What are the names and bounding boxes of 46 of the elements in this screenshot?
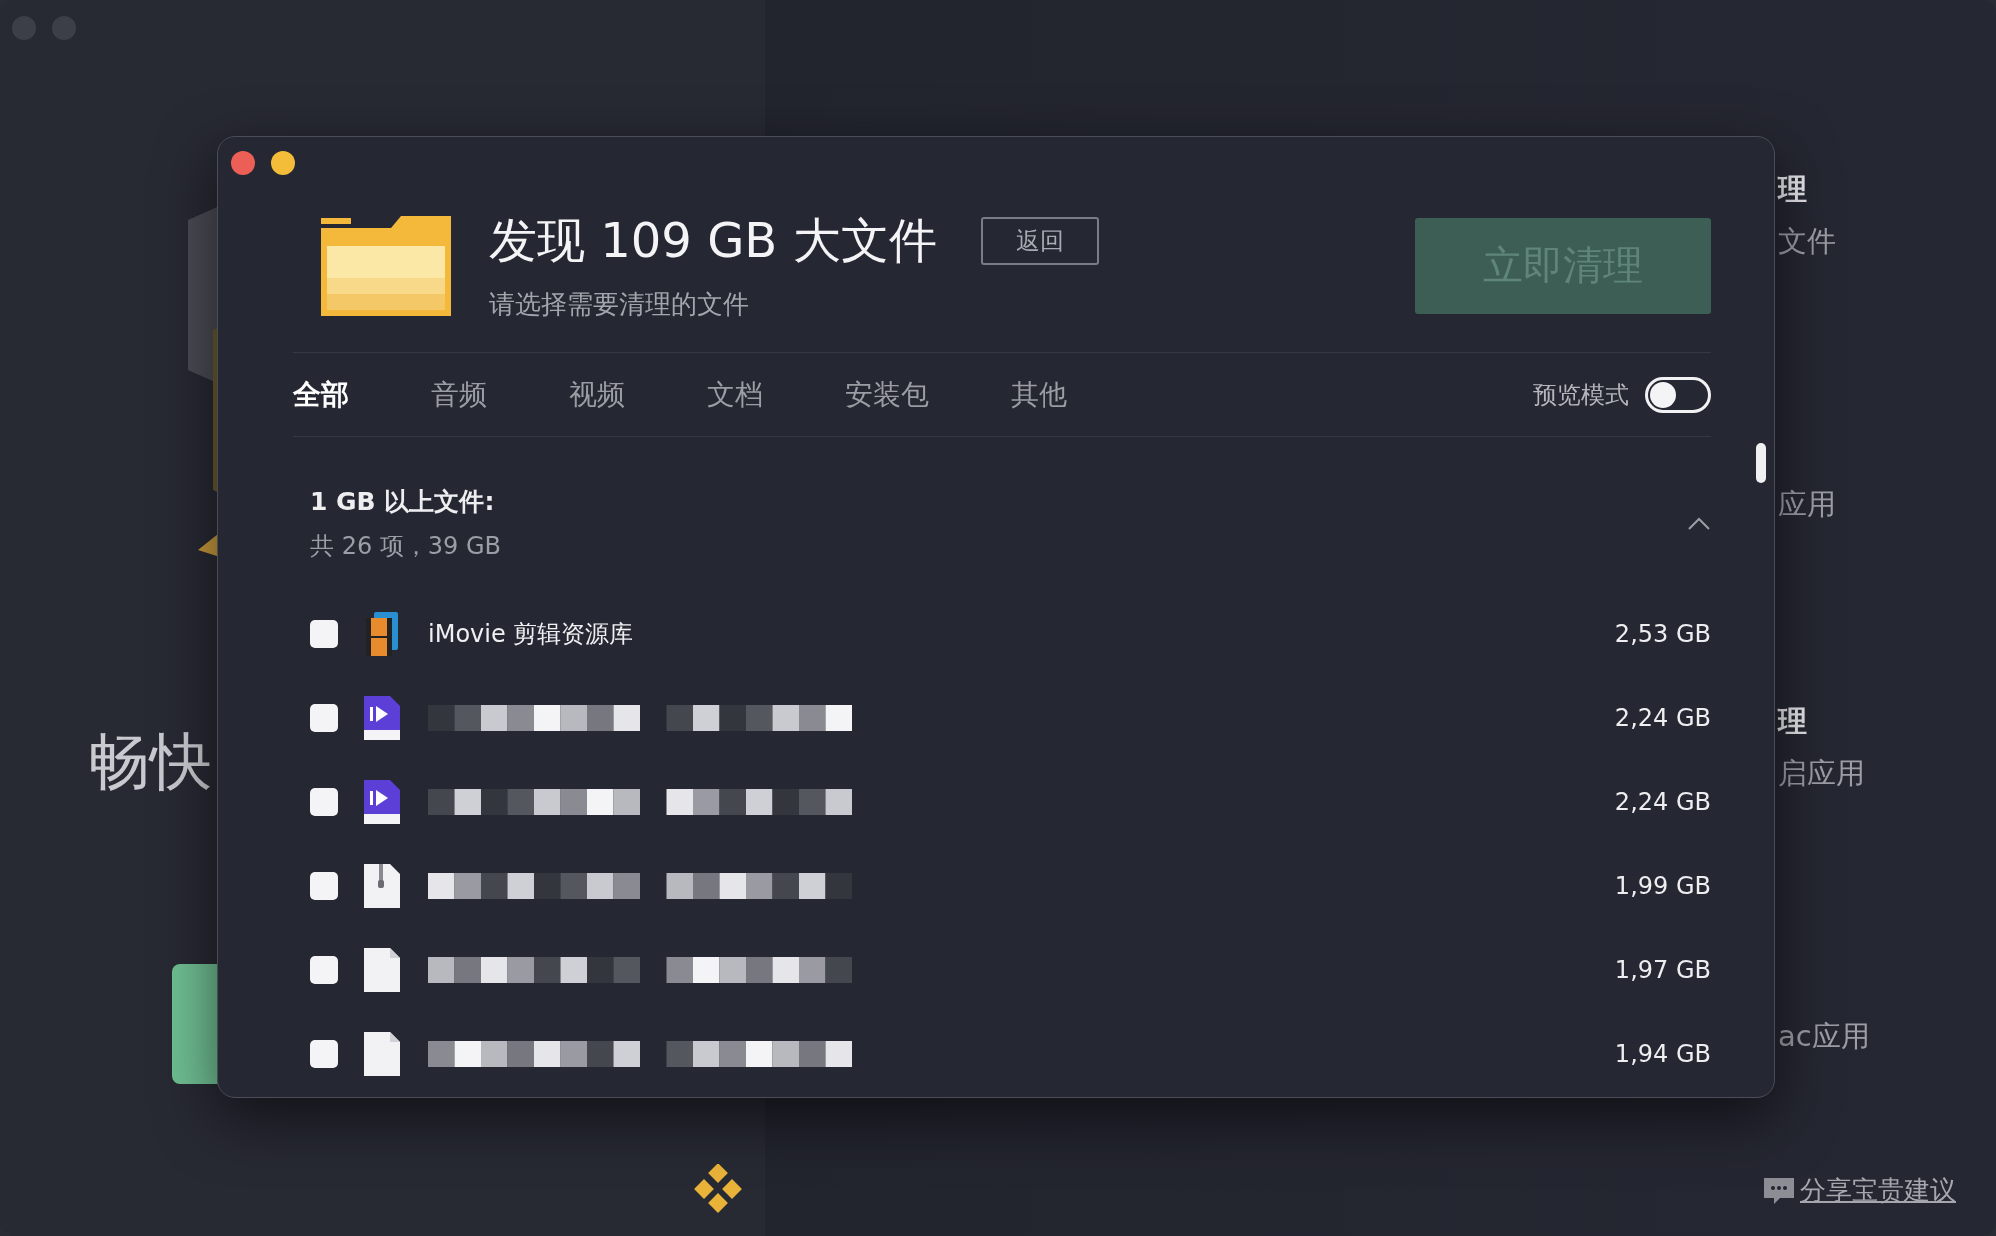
folder-icon bbox=[321, 215, 451, 316]
feature-caption: 文件 bbox=[1778, 223, 1837, 260]
dialog-title: 发现 109 GB 大文件 bbox=[489, 211, 937, 270]
feature-caption: 启应用 bbox=[1778, 755, 1866, 792]
chat-icon bbox=[1762, 1175, 1796, 1206]
scrollbar-thumb[interactable] bbox=[1756, 443, 1766, 483]
close-icon[interactable] bbox=[231, 151, 255, 175]
preview-mode-label: 预览模式 bbox=[1533, 379, 1629, 411]
video-file-icon bbox=[362, 694, 402, 742]
zip-file-icon bbox=[362, 862, 402, 910]
category-tab[interactable]: 文档 bbox=[707, 375, 763, 414]
file-checkbox[interactable] bbox=[310, 1040, 338, 1068]
file-checkbox[interactable] bbox=[310, 788, 338, 816]
minimize-icon[interactable] bbox=[271, 151, 295, 175]
file-size: 1,94 GB bbox=[1614, 1040, 1711, 1068]
section-summary: 共 26 项，39 GB bbox=[310, 531, 502, 562]
category-tab[interactable]: 全部 bbox=[293, 375, 349, 414]
file-size: 2,24 GB bbox=[1614, 788, 1711, 816]
file-size: 2,53 GB bbox=[1614, 620, 1711, 648]
file-checkbox[interactable] bbox=[310, 620, 338, 648]
file-size: 2,24 GB bbox=[1614, 704, 1711, 732]
feature-heading: 畅快 bbox=[88, 724, 212, 800]
file-checkbox[interactable] bbox=[310, 956, 338, 984]
preview-mode-toggle[interactable] bbox=[1645, 376, 1711, 413]
diamond-logo-icon bbox=[693, 1164, 743, 1214]
feature-title: 理 bbox=[1778, 703, 1808, 740]
category-tab[interactable]: 视频 bbox=[569, 375, 625, 414]
section-title: 1 GB 以上文件: bbox=[310, 486, 496, 518]
category-tab[interactable]: 安装包 bbox=[845, 375, 929, 414]
file-size: 1,99 GB bbox=[1614, 872, 1711, 900]
video-file-icon bbox=[362, 778, 402, 826]
chevron-up-icon[interactable] bbox=[1687, 516, 1711, 531]
file-checkbox[interactable] bbox=[310, 704, 338, 732]
document-icon bbox=[362, 1030, 402, 1078]
feedback-link[interactable]: 分享宝贵建议 bbox=[1800, 1173, 1956, 1208]
feature-caption: 应用 bbox=[1778, 486, 1837, 523]
category-tab[interactable]: 其他 bbox=[1011, 375, 1067, 414]
document-icon bbox=[362, 946, 402, 994]
back-button[interactable]: 返回 bbox=[980, 217, 1099, 265]
file-size: 1,97 GB bbox=[1614, 956, 1711, 984]
feature-title: 理 bbox=[1778, 171, 1808, 208]
file-name: iMovie 剪辑资源库 bbox=[428, 619, 634, 650]
category-tab[interactable]: 音频 bbox=[431, 375, 487, 414]
feature-caption: ac应用 bbox=[1778, 1018, 1871, 1055]
file-checkbox[interactable] bbox=[310, 872, 338, 900]
dialog-subtitle: 请选择需要清理的文件 bbox=[489, 288, 750, 321]
